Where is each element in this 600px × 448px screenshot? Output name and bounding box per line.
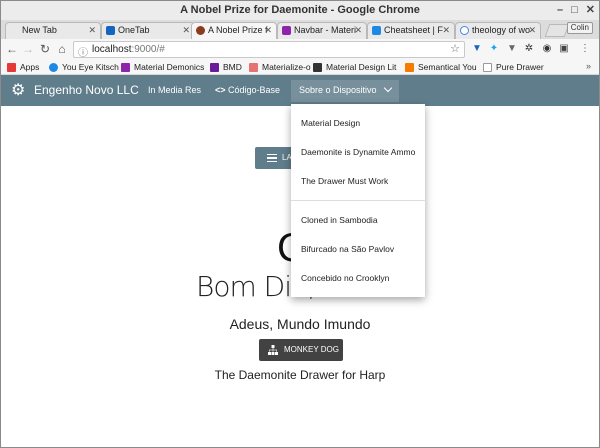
tab-navbar[interactable]: Navbar - Materi ✕ [277, 22, 367, 39]
tab-onetab[interactable]: OneTab ✕ [101, 22, 195, 39]
close-icon[interactable]: ✕ [88, 23, 96, 38]
chevron-down-icon [383, 83, 392, 93]
menu-item-drawer-must-work[interactable]: The Drawer Must Work [291, 167, 425, 196]
onetab-favicon-icon [106, 26, 115, 35]
app-navbar: ⚙ Engenho Novo LLC In Media Res <> Códig… [1, 75, 599, 106]
home-icon[interactable]: ⌂ [55, 41, 69, 57]
bookmark-material-design-lite[interactable]: Material Design Lit [313, 61, 396, 74]
window-title-bar: A Nobel Prize for Daemonite - Google Chr… [1, 1, 599, 20]
bookmark-apps[interactable]: Apps [7, 61, 39, 74]
gears-icon: ⚙ [11, 82, 26, 99]
bookmark-bmd[interactable]: BMD [210, 61, 242, 74]
menu-divider [291, 200, 425, 201]
bookmark-semantical-you[interactable]: Semantical You [405, 61, 477, 74]
close-window-icon[interactable]: ✕ [586, 1, 595, 20]
window-controls: – □ ✕ [557, 1, 595, 20]
bookmark-pure-drawer[interactable]: Pure Drawer [483, 61, 544, 74]
bookmark-icon [405, 63, 414, 72]
browser-toolbar: ← → ↻ ⌂ ⓘ localhost:9000/# ☆ ▼ ✦ ▼ ✲ ◉ ▣… [1, 39, 599, 60]
brand-name[interactable]: Engenho Novo LLC [34, 83, 139, 97]
bookmark-icon [210, 63, 219, 72]
address-bar[interactable]: ⓘ localhost:9000/# ☆ [73, 41, 465, 59]
browser-window: A Nobel Prize for Daemonite - Google Chr… [0, 0, 600, 448]
menu-kebab-icon[interactable]: ⋮ [579, 43, 591, 55]
about-dropdown-menu: Material Design Daemonite is Dynamite Am… [291, 104, 425, 297]
bookmarks-bar: Apps You Eye Kitsch Material Demonics BM… [1, 60, 599, 75]
camera-extension-icon[interactable]: ◉ [541, 43, 553, 55]
bookmark-material-demonics[interactable]: Material Demonics [121, 61, 204, 74]
hamburger-menu-icon [267, 154, 277, 162]
subtitle: Adeus, Mundo Imundo [229, 316, 371, 332]
maximize-icon[interactable]: □ [571, 1, 578, 20]
tab-label: New Tab [22, 25, 57, 35]
tab-label: theology of wo [472, 25, 531, 35]
close-icon[interactable]: ✕ [354, 23, 362, 38]
menu-item-material-design[interactable]: Material Design [291, 109, 425, 138]
tagline: The Daemonite Drawer for Harp [214, 368, 386, 382]
nav-dropdown-about[interactable]: Sobre o Dispositivo [291, 80, 399, 102]
page-info-icon[interactable]: ⓘ [78, 44, 88, 59]
nobel-favicon-icon [196, 26, 205, 35]
tab-label: Navbar - Materi [294, 25, 357, 35]
close-icon[interactable]: ✕ [442, 23, 450, 38]
tab-theology[interactable]: theology of wo ✕ [455, 22, 541, 39]
tab-new-tab[interactable]: New Tab ✕ [5, 22, 101, 39]
reload-icon[interactable]: ↻ [38, 41, 52, 57]
menu-item-daemonite[interactable]: Daemonite is Dynamite Ammo [291, 138, 425, 167]
page-icon [483, 63, 492, 72]
minimize-icon[interactable]: – [557, 1, 563, 20]
back-arrow-icon[interactable]: ← [5, 41, 19, 57]
close-icon[interactable]: ✕ [528, 23, 536, 38]
close-icon[interactable]: ✕ [264, 23, 272, 38]
new-tab-button[interactable] [544, 24, 570, 37]
cheatsheet-favicon-icon [372, 26, 381, 35]
gear-extension-icon[interactable]: ✲ [523, 43, 535, 55]
tab-strip: New Tab ✕ OneTab ✕ A Nobel Prize f ✕ Nav… [1, 20, 599, 39]
github-icon [313, 63, 322, 72]
tab-label: A Nobel Prize f [208, 25, 268, 35]
google-favicon-icon [460, 26, 469, 35]
monkey-dog-label: MONKEY DOG [284, 345, 339, 354]
menu-item-bifurcado[interactable]: Bifurcado na São Pavlov [291, 235, 425, 264]
bookmarks-overflow-icon[interactable]: » [586, 61, 591, 71]
tab-label: OneTab [118, 25, 150, 35]
bookmark-materialize[interactable]: Materialize-o [249, 61, 311, 74]
navbar-favicon-icon [282, 26, 291, 35]
tab-label: Cheatsheet | F [384, 25, 443, 35]
close-icon[interactable]: ✕ [182, 23, 190, 38]
menu-item-cloned-sambodia[interactable]: Cloned in Sambodia [291, 206, 425, 235]
nav-link-code[interactable]: <> Código-Base [215, 85, 280, 95]
menu-item-concebido[interactable]: Concebido no Crooklyn [291, 264, 425, 293]
bookmark-star-icon[interactable]: ☆ [450, 42, 460, 55]
nav-link-media[interactable]: In Media Res [148, 85, 201, 95]
twitter-extension-icon[interactable]: ✦ [488, 43, 500, 55]
tab-cheatsheet[interactable]: Cheatsheet | F ✕ [367, 22, 455, 39]
window-title: A Nobel Prize for Daemonite - Google Chr… [180, 4, 420, 16]
monkey-dog-button[interactable]: MONKEY DOG [259, 339, 343, 361]
onetab-extension-icon[interactable]: ▼ [471, 43, 483, 55]
bookmark-you-eye-kitsch[interactable]: You Eye Kitsch [49, 61, 119, 74]
url-text: localhost:9000/# [92, 44, 165, 55]
profile-button[interactable]: Colin [566, 22, 593, 34]
forward-arrow-icon[interactable]: → [21, 41, 35, 57]
bookmark-icon [249, 63, 258, 72]
apps-grid-icon [7, 63, 16, 72]
vpn-extension-icon[interactable]: ▼ [506, 43, 518, 55]
bookmark-icon [121, 63, 130, 72]
tab-nobel-prize[interactable]: A Nobel Prize f ✕ [191, 22, 277, 39]
cast-extension-icon[interactable]: ▣ [558, 43, 570, 55]
code-icon: <> [215, 85, 226, 95]
bookmark-icon [49, 63, 58, 72]
sitemap-icon [268, 345, 278, 355]
